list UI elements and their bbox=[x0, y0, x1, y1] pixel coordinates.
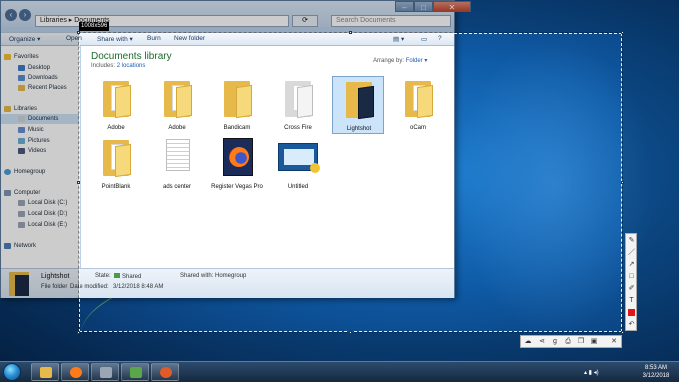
taskbar-firefox-button[interactable] bbox=[61, 363, 89, 381]
system-tray[interactable]: ▴ ▮ ◂) bbox=[584, 369, 599, 376]
rectangle-icon[interactable]: □ bbox=[627, 272, 636, 281]
close-capture-icon[interactable]: ✕ bbox=[609, 337, 619, 347]
firefox-icon bbox=[70, 367, 82, 378]
color-picker-swatch[interactable] bbox=[628, 309, 635, 316]
copy-icon[interactable]: ❐ bbox=[576, 337, 586, 347]
taskbar-firefox-button[interactable] bbox=[151, 363, 179, 381]
taskbar-app-button[interactable] bbox=[121, 363, 149, 381]
undo-icon[interactable]: ↶ bbox=[627, 320, 636, 329]
app-icon bbox=[130, 367, 142, 378]
taskbar-clock[interactable]: 8:53 AM 3/12/2018 bbox=[638, 364, 674, 380]
firefox-icon bbox=[160, 367, 172, 378]
taskbar-app-button[interactable] bbox=[91, 363, 119, 381]
resize-handle[interactable] bbox=[621, 31, 624, 34]
upload-cloud-icon[interactable]: ☁ bbox=[523, 337, 533, 347]
folder-icon bbox=[40, 367, 52, 378]
capture-selection[interactable] bbox=[77, 31, 624, 334]
line-icon[interactable]: ／ bbox=[627, 248, 636, 257]
resize-handle[interactable] bbox=[621, 331, 624, 334]
resize-handle[interactable] bbox=[349, 31, 352, 34]
resize-handle[interactable] bbox=[621, 181, 624, 184]
start-button[interactable] bbox=[3, 363, 21, 381]
print-icon[interactable]: ⎙ bbox=[563, 337, 573, 347]
save-icon[interactable]: ▣ bbox=[589, 337, 599, 347]
resize-handle[interactable] bbox=[77, 331, 80, 334]
resize-handle[interactable] bbox=[77, 181, 80, 184]
drawing-toolbar: ✎ ／ ↗ □ ✐ T ↶ bbox=[625, 233, 637, 331]
marker-icon[interactable]: ✐ bbox=[627, 284, 636, 293]
app-icon bbox=[100, 367, 112, 378]
pen-icon[interactable]: ✎ bbox=[627, 236, 636, 245]
resize-handle[interactable] bbox=[77, 31, 80, 34]
action-toolbar: ☁ ⋖ g ⎙ ❐ ▣ ✕ bbox=[520, 335, 622, 348]
share-icon[interactable]: ⋖ bbox=[537, 337, 547, 347]
resize-handle[interactable] bbox=[349, 331, 352, 334]
dim-overlay bbox=[0, 33, 79, 361]
taskbar-explorer-button[interactable] bbox=[31, 363, 59, 381]
capture-size-label: 1008x596 bbox=[79, 22, 110, 31]
google-search-icon[interactable]: g bbox=[550, 337, 560, 347]
text-icon[interactable]: T bbox=[627, 296, 636, 305]
taskbar: ▴ ▮ ◂) 8:53 AM 3/12/2018 bbox=[0, 361, 679, 382]
arrow-icon[interactable]: ↗ bbox=[627, 260, 636, 269]
